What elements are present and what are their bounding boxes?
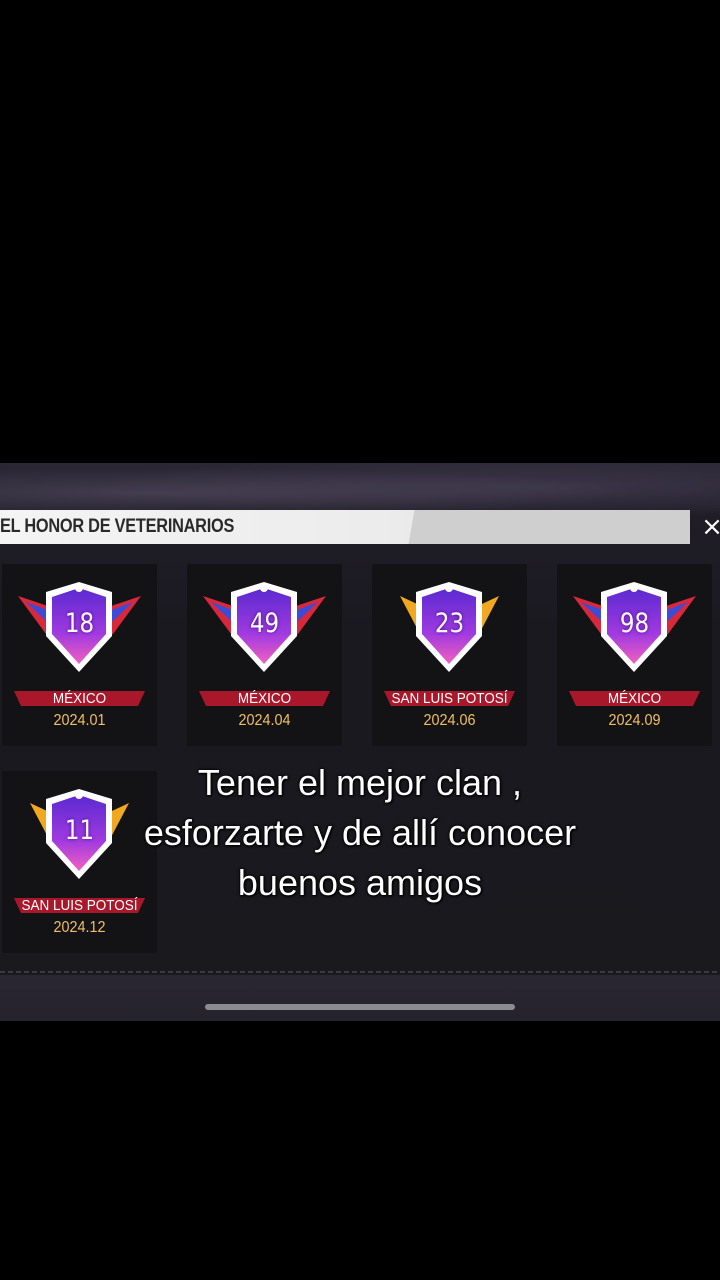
honor-panel: EL HONOR DE VETERINARIOS × 18 MÉXICO 202… [0, 463, 720, 1021]
card-region: SAN LUIS POTOSÍ [391, 690, 508, 707]
title-hazard-stripe [0, 544, 548, 548]
badge-number: 98 [619, 608, 650, 639]
card-date: 2024.12 [53, 919, 106, 936]
honor-card[interactable]: 18 MÉXICO 2024.01 [2, 564, 157, 746]
honor-card[interactable]: 23 SAN LUIS POTOSÍ 2024.06 [372, 564, 527, 746]
caption-line: Tener el mejor clan , [197, 762, 523, 803]
card-region: MÉXICO [52, 690, 107, 707]
badge-number: 49 [249, 608, 280, 639]
card-region: MÉXICO [237, 690, 292, 707]
title-bar-slant [390, 510, 690, 544]
bottom-strip [0, 975, 720, 1021]
card-date: 2024.06 [423, 712, 476, 729]
honor-card[interactable]: 98 MÉXICO 2024.09 [557, 564, 712, 746]
video-caption: Tener el mejor clan , esforzarte y de al… [0, 758, 720, 908]
badge-number: 18 [64, 608, 95, 639]
badge-number: 23 [434, 608, 465, 639]
card-region: MÉXICO [607, 690, 662, 707]
caption-line: esforzarte y de allí conocer [143, 812, 577, 853]
card-date: 2024.04 [238, 712, 291, 729]
card-date: 2024.01 [53, 712, 106, 729]
caption-line: buenos amigos [237, 862, 483, 903]
card-date: 2024.09 [608, 712, 661, 729]
close-button[interactable]: × [700, 513, 720, 541]
bottom-divider [0, 971, 720, 973]
honor-card[interactable]: 49 MÉXICO 2024.04 [187, 564, 342, 746]
home-indicator[interactable] [205, 1004, 515, 1010]
panel-title: EL HONOR DE VETERINARIOS [0, 516, 235, 537]
